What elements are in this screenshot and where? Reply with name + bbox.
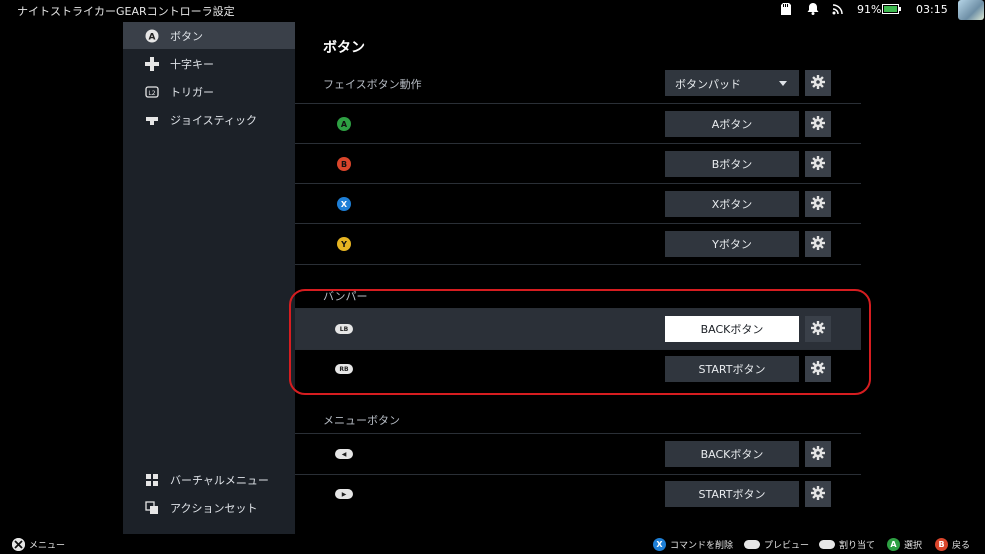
sidebar-item-label: アクションセット — [170, 501, 258, 515]
footer-hint-select: A 選択 — [887, 538, 922, 551]
menu-button-row-view: ◀ BACKボタン — [295, 434, 861, 474]
gear-icon — [811, 115, 825, 133]
face-button-mode-value: ボタンパッド — [675, 78, 741, 91]
binding-button-view[interactable]: BACKボタン — [665, 441, 799, 467]
settings-button-b[interactable] — [805, 151, 831, 177]
menu-button-icon — [819, 540, 835, 549]
sidebar-item-buttons[interactable]: A ボタン — [123, 22, 295, 49]
sidebar-item-label: ボタン — [170, 29, 203, 43]
face-button-row-y: Y Yボタン — [295, 224, 861, 264]
battery-percent: 91% — [857, 3, 882, 16]
xbox-icon — [12, 538, 25, 551]
menu-button-row-menu: ▶ STARTボタン — [295, 474, 861, 514]
wifi-icon — [832, 3, 844, 18]
footer-hint-label: コマンドを削除 — [670, 541, 734, 551]
footer-hint-back: B 戻る — [935, 538, 970, 551]
notification-bell-icon[interactable] — [807, 3, 819, 18]
binding-button-y[interactable]: Yボタン — [665, 231, 799, 257]
footer-hint-label: プレビュー — [764, 541, 810, 551]
chevron-down-icon — [779, 81, 787, 86]
divider — [295, 264, 861, 265]
menu-button-icon: ▶ — [335, 489, 353, 499]
footer-hint-label: 戻る — [952, 541, 971, 551]
joystick-icon — [145, 113, 159, 127]
sidebar-item-label: 十字キー — [170, 57, 214, 71]
footer-hint-label: 割り当て — [839, 541, 876, 551]
x-button-icon: X — [337, 197, 351, 211]
sidebar-item-triggers[interactable]: L2 トリガー — [123, 78, 295, 105]
gear-icon — [811, 74, 825, 92]
footer-hint-label: 選択 — [904, 541, 923, 551]
a-button-icon: A — [887, 538, 900, 551]
face-button-mode-settings-button[interactable] — [805, 70, 831, 96]
sidebar-item-label: バーチャルメニュー — [170, 473, 269, 487]
face-button-row-x: X Xボタン — [295, 184, 861, 224]
sidebar-item-label: トリガー — [170, 85, 214, 99]
settings-button-x[interactable] — [805, 191, 831, 217]
face-button-row-b: B Bボタン — [295, 144, 861, 184]
window-title: ナイトストライカーGEARコントローラ設定 — [17, 5, 235, 18]
sidebar-item-label: ジョイスティック — [170, 113, 258, 127]
l2-trigger-icon: L2 — [145, 85, 159, 99]
face-buttons-label: フェイスボタン動作 — [323, 78, 422, 91]
menu-buttons-label: メニューボタン — [323, 414, 400, 427]
sidebar: A ボタン 十字キー L2 トリガー ジョイスティック バーチャルメニュー アク… — [123, 22, 295, 534]
settings-button-view[interactable] — [805, 441, 831, 467]
footer-hint-assign: 割り当て — [819, 538, 875, 551]
settings-button-menu[interactable] — [805, 481, 831, 507]
sidebar-item-virtual-menu[interactable]: バーチャルメニュー — [123, 466, 295, 493]
footer-menu[interactable]: メニュー — [12, 538, 65, 551]
footer-menu-label: メニュー — [29, 541, 66, 551]
y-button-icon: Y — [337, 237, 351, 251]
gear-icon — [811, 235, 825, 253]
footer-hint-bar: メニュー X コマンドを削除 プレビュー 割り当て A 選択 B 戻る — [0, 534, 985, 554]
binding-button-b[interactable]: Bボタン — [665, 151, 799, 177]
sidebar-item-joysticks[interactable]: ジョイスティック — [123, 106, 295, 133]
view-button-icon — [744, 540, 760, 549]
settings-button-y[interactable] — [805, 231, 831, 257]
binding-button-x[interactable]: Xボタン — [665, 191, 799, 217]
footer-hint-delete: X コマンドを削除 — [653, 538, 733, 551]
gear-icon — [811, 195, 825, 213]
binding-button-menu[interactable]: STARTボタン — [665, 481, 799, 507]
a-button-icon: A — [337, 117, 351, 131]
highlight-outline — [289, 289, 871, 395]
face-button-row-a: A Aボタン — [295, 104, 861, 144]
binding-button-a[interactable]: Aボタン — [665, 111, 799, 137]
gear-icon — [811, 485, 825, 503]
page-title: ボタン — [323, 40, 365, 56]
layers-icon — [145, 500, 159, 515]
grid-icon — [145, 473, 159, 487]
avatar[interactable] — [958, 0, 984, 20]
view-button-icon: ◀ — [335, 449, 353, 459]
svg-text:L2: L2 — [148, 90, 155, 97]
sidebar-item-dpad[interactable]: 十字キー — [123, 50, 295, 77]
sidebar-item-action-sets[interactable]: アクションセット — [123, 494, 295, 521]
battery-icon — [882, 3, 902, 18]
gear-icon — [811, 155, 825, 173]
dpad-icon — [145, 56, 159, 71]
face-button-mode-select[interactable]: ボタンパッド — [665, 70, 799, 96]
a-button-icon: A — [145, 29, 159, 43]
b-button-icon: B — [935, 538, 948, 551]
top-bar: ナイトストライカーGEARコントローラ設定 91% 03:15 — [0, 0, 985, 20]
gear-icon — [811, 445, 825, 463]
svg-text:A: A — [149, 32, 156, 42]
footer-hint-preview: プレビュー — [744, 538, 809, 551]
b-button-icon: B — [337, 157, 351, 171]
x-button-icon: X — [653, 538, 666, 551]
settings-button-a[interactable] — [805, 111, 831, 137]
sd-card-icon — [781, 3, 791, 18]
main-panel: ボタン フェイスボタン動作 ボタンパッド A Aボタン B Bボタン X Xボタ… — [295, 22, 880, 534]
clock: 03:15 — [916, 3, 948, 16]
